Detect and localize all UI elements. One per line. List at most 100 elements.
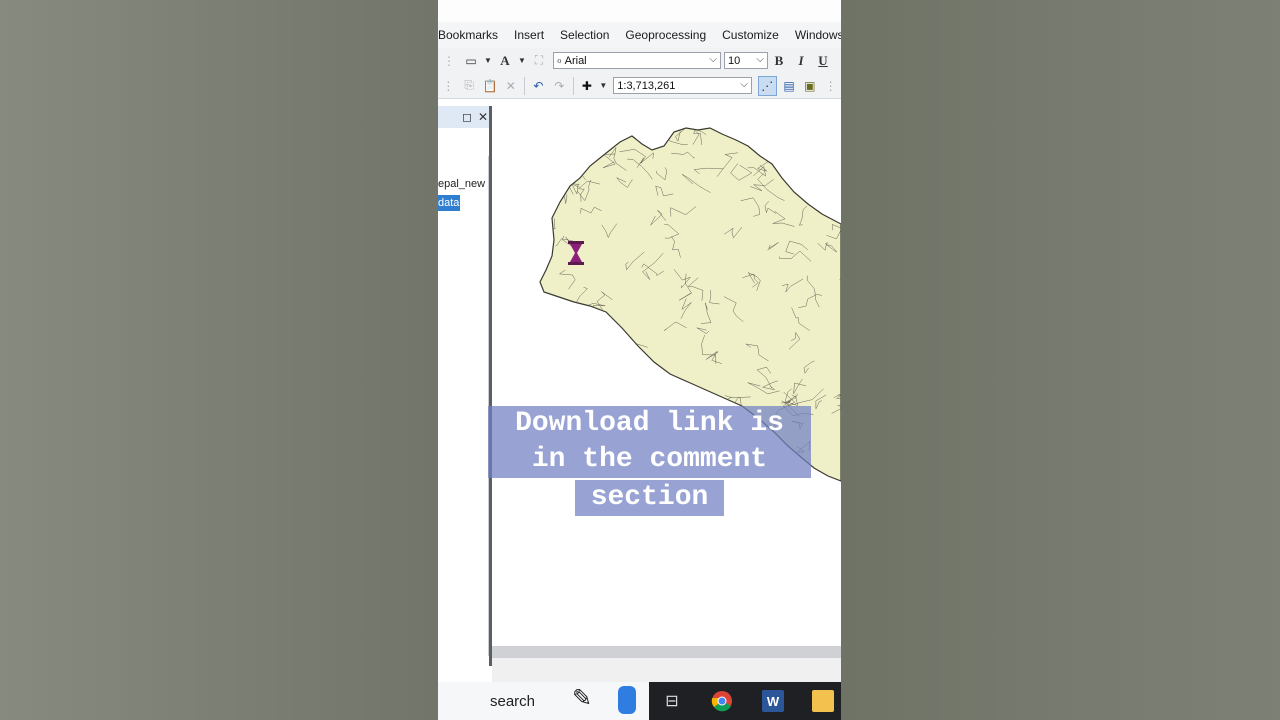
boundary-line <box>540 304 546 317</box>
boundary-line <box>573 387 591 403</box>
file-explorer-icon[interactable] <box>812 690 834 712</box>
taskbar-apps: ⊟ W <box>649 682 841 720</box>
menu-insert[interactable]: Insert <box>506 28 552 42</box>
boundary-line <box>568 385 580 411</box>
boundary-line <box>545 130 562 140</box>
boundary-line <box>540 145 563 155</box>
toc-layer-list <box>438 156 490 656</box>
chevron-down-icon[interactable]: ▼ <box>599 77 607 95</box>
boundary-line <box>755 466 772 481</box>
taskbar-search-box[interactable]: search ✎ <box>438 682 649 720</box>
arcmap-window: Bookmarks Insert Selection Geoprocessing… <box>438 0 841 720</box>
task-view-icon[interactable]: ⊟ <box>661 690 683 712</box>
windows-taskbar: search ✎ ⊟ W <box>438 682 841 720</box>
boundary-line <box>587 403 608 426</box>
rectangle-icon[interactable]: ▭ <box>462 52 480 70</box>
boundary-line <box>709 463 734 472</box>
map-view[interactable] <box>492 106 841 646</box>
boundary-line <box>722 458 744 467</box>
boundary-line <box>572 350 595 360</box>
font-name-value: Arial <box>564 54 587 67</box>
italic-button[interactable]: I <box>792 52 810 70</box>
boundary-line <box>546 182 560 207</box>
menu-bookmarks[interactable]: Bookmarks <box>438 28 506 42</box>
chevron-down-icon[interactable]: ▼ <box>484 52 492 70</box>
menu-windows[interactable]: Windows <box>787 28 841 42</box>
boundary-line <box>822 128 832 130</box>
draw-toolbar: ⋮ ▭ ▼ A ▼ ⛶ ℴ Arial ⌵ 10 ⌵ B I U <box>438 48 841 73</box>
map-scale-value: 1:3,713,261 <box>617 79 676 92</box>
boundary-line <box>575 107 591 127</box>
boundary-line <box>809 168 826 186</box>
menu-bar: Bookmarks Insert Selection Geoprocessing… <box>438 22 841 48</box>
status-bar <box>492 658 841 682</box>
catalog-icon[interactable]: ▣ <box>801 77 818 95</box>
boundary-line <box>726 442 740 458</box>
boundary-line <box>784 136 798 148</box>
close-icon[interactable]: ✕ <box>476 108 490 126</box>
layer-name[interactable]: epal_new <box>438 178 485 190</box>
undo-icon[interactable]: ↶ <box>530 77 547 95</box>
menu-selection[interactable]: Selection <box>552 28 617 42</box>
boundary-line <box>623 384 634 408</box>
table-of-contents-icon[interactable]: ▤ <box>781 77 798 95</box>
boundary-line <box>708 451 724 462</box>
menu-customize[interactable]: Customize <box>714 28 787 42</box>
horizontal-scrollbar[interactable] <box>492 646 841 658</box>
word-icon[interactable]: W <box>762 690 784 712</box>
boundary-line <box>620 338 628 350</box>
backpack-icon <box>618 686 636 714</box>
boundary-line <box>560 342 582 354</box>
boundary-line <box>587 344 600 355</box>
boundary-line <box>658 391 677 410</box>
menu-geoprocessing[interactable]: Geoprocessing <box>617 28 714 42</box>
grip-icon: ⋮ <box>442 78 455 93</box>
boundary-line <box>590 143 605 155</box>
boundary-line <box>554 369 565 395</box>
redo-icon[interactable]: ↷ <box>551 77 568 95</box>
boundary-line <box>680 390 703 413</box>
boundary-line <box>569 385 581 398</box>
toc-title-bar: ◻ ✕ <box>438 106 491 128</box>
boundary-line <box>540 302 551 320</box>
boundary-line <box>572 435 603 445</box>
boundary-line <box>612 454 636 468</box>
font-name-combo[interactable]: ℴ Arial ⌵ <box>553 52 721 69</box>
boundary-line <box>799 173 825 187</box>
chevron-down-icon: ⌵ <box>709 54 717 65</box>
paste-icon[interactable]: 📋 <box>482 77 499 95</box>
boundary-line <box>824 128 839 142</box>
boundary-line <box>752 450 765 465</box>
boundary-line <box>606 351 623 373</box>
boundary-line <box>607 128 630 129</box>
taskbar-search-label: search <box>490 692 536 710</box>
font-icon: ℴ <box>557 55 562 66</box>
copy-icon[interactable]: ⎘ <box>461 77 478 95</box>
boundary-line <box>572 398 586 412</box>
boundary-line <box>624 361 652 377</box>
boundary-line <box>664 430 678 441</box>
map-scale-combo[interactable]: 1:3,713,261 ⌵ <box>613 77 752 94</box>
boundary-line <box>829 163 841 186</box>
search-highlight-icon: ✎ <box>572 685 593 712</box>
text-icon[interactable]: A <box>496 52 514 70</box>
layer-sub-selected[interactable]: data <box>438 195 460 211</box>
blurred-background-left <box>0 0 438 720</box>
font-size-combo[interactable]: 10 ⌵ <box>724 52 768 69</box>
edit-vertices-icon[interactable]: ⛶ <box>530 52 548 70</box>
grip-icon: ⋮ <box>443 53 455 68</box>
restore-icon[interactable]: ◻ <box>460 108 474 126</box>
chrome-icon[interactable] <box>711 690 733 712</box>
underline-button[interactable]: U <box>814 52 832 70</box>
delete-icon[interactable]: ✕ <box>502 77 519 95</box>
bold-button[interactable]: B <box>770 52 788 70</box>
chevron-down-icon[interactable]: ▼ <box>518 52 526 70</box>
boundary-line <box>540 181 559 207</box>
boundary-line <box>567 389 591 407</box>
chevron-down-icon: ⌵ <box>740 79 748 90</box>
blurred-background-right <box>841 0 1280 720</box>
editor-toolbar-icon[interactable]: ⋰ <box>757 75 777 96</box>
boundary-line <box>564 333 587 349</box>
boundary-line <box>592 129 603 145</box>
add-data-icon[interactable]: ✚ <box>579 77 596 95</box>
